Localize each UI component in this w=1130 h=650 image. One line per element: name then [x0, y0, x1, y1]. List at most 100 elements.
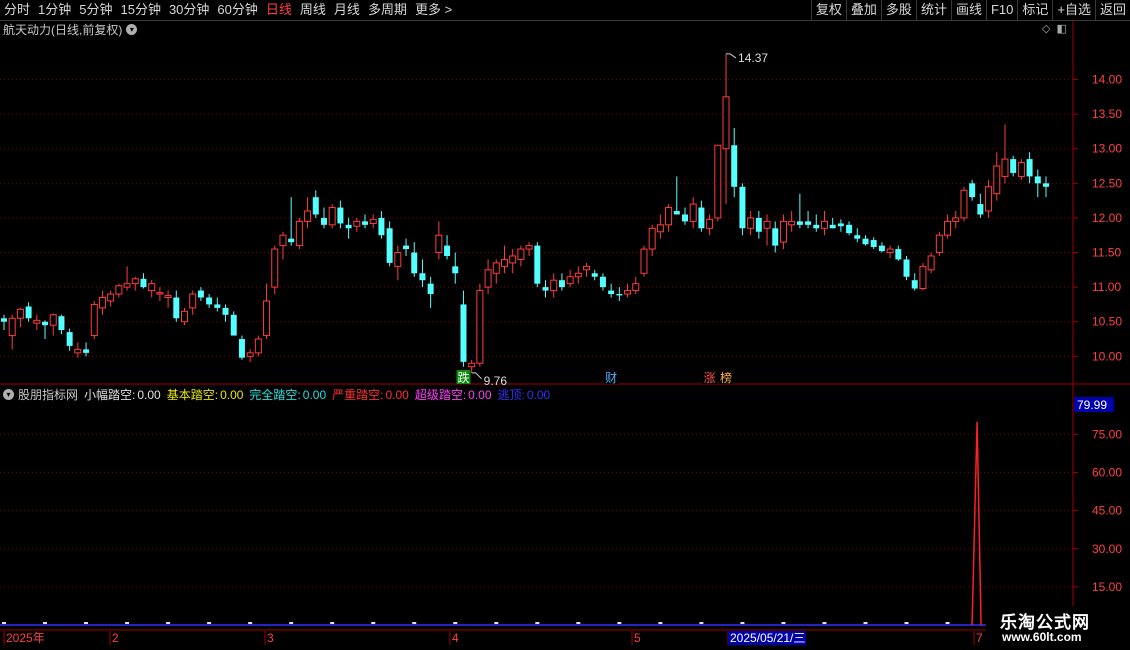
date-crosshair-label: 2025/05/21/三	[730, 631, 805, 645]
candle	[452, 252, 459, 284]
event-marker-fall[interactable]: 跌	[457, 370, 469, 385]
price-grid	[0, 20, 1130, 631]
price-tick-label: 13.50	[1092, 107, 1122, 121]
chart-corner-icons: ◇ ◧	[1042, 22, 1067, 35]
indicator-tick-label: 60.00	[1092, 466, 1122, 480]
statistics-button[interactable]: 统计	[915, 0, 951, 20]
candle	[16, 307, 24, 328]
candle-body	[304, 210, 312, 222]
tab-monthly[interactable]: 月线	[330, 0, 364, 20]
candle	[222, 304, 229, 322]
f10-button[interactable]: F10	[985, 0, 1017, 20]
add-watchlist-button[interactable]: +自选	[1052, 0, 1095, 20]
candle-body	[837, 223, 844, 227]
candle	[345, 217, 352, 239]
candle-body	[181, 310, 189, 323]
indicator-dot	[617, 622, 622, 624]
candle	[591, 269, 598, 281]
candle	[246, 349, 254, 362]
candle-body	[246, 352, 254, 357]
candle-body	[222, 307, 229, 315]
window-toggle-icon[interactable]: ◧	[1056, 22, 1066, 35]
candle-body	[714, 144, 722, 219]
multi-stock-button[interactable]: 多股	[880, 0, 916, 20]
candle-body	[1010, 159, 1017, 173]
tab-5min[interactable]: 5分钟	[75, 0, 116, 20]
candle	[156, 287, 164, 301]
tab-intraday[interactable]: 分时	[0, 0, 34, 20]
candle-body	[731, 145, 738, 187]
tab-more[interactable]: 更多 >	[411, 0, 456, 20]
overlay-button[interactable]: 叠加	[845, 0, 881, 20]
candle	[164, 290, 172, 308]
candle	[444, 235, 451, 260]
candle	[492, 259, 500, 284]
candle	[131, 276, 139, 291]
indicator-dot	[412, 622, 417, 624]
diamond-icon[interactable]: ◇	[1042, 22, 1050, 35]
candle	[542, 280, 549, 298]
candle-body	[1043, 183, 1049, 187]
price-tick-label: 12.50	[1092, 176, 1122, 190]
chevron-down-icon[interactable]: ▾	[126, 24, 138, 35]
candle	[25, 302, 32, 322]
candle	[665, 204, 673, 232]
indicator-name[interactable]: 股朋指标网	[18, 386, 78, 403]
tab-weekly[interactable]: 周线	[296, 0, 330, 20]
event-marker-rank[interactable]: 榜	[720, 370, 732, 385]
candle-body	[993, 165, 1001, 195]
candle	[353, 217, 361, 232]
candle-body	[525, 245, 533, 250]
candle-body	[739, 186, 746, 229]
watermark: 乐淘公式网 www.60lt.com	[986, 606, 1130, 650]
tab-60min[interactable]: 60分钟	[213, 0, 261, 20]
tab-daily[interactable]: 日线	[262, 0, 296, 20]
candle	[886, 245, 894, 259]
candle-body	[550, 279, 558, 292]
candle	[115, 283, 123, 298]
candle	[599, 273, 606, 291]
tab-1min[interactable]: 1分钟	[34, 0, 75, 20]
price-tick-label: 13.00	[1092, 142, 1122, 156]
candle-body	[706, 218, 714, 229]
candle	[648, 224, 656, 256]
indicator-tick-label: 45.00	[1092, 504, 1122, 518]
indicator-dot	[535, 622, 540, 624]
indicator-dot	[904, 622, 909, 624]
candle	[500, 245, 508, 274]
candle	[435, 221, 443, 260]
candle	[403, 238, 410, 256]
candle	[148, 280, 156, 298]
back-button[interactable]: 返回	[1094, 0, 1130, 20]
mark-button[interactable]: 标记	[1017, 0, 1052, 20]
candle	[49, 313, 57, 336]
candlestick-series	[1, 53, 1049, 373]
event-marker-rise[interactable]: 涨	[704, 370, 716, 385]
right-toolbar: 复权 叠加 多股 统计 画线 F10 标记 +自选 返回	[810, 0, 1130, 20]
candle	[977, 193, 984, 218]
candle	[254, 335, 262, 357]
draw-line-button[interactable]: 画线	[950, 0, 986, 20]
kline-chart[interactable]: 14.00 13.50 13.00 12.50 12.00 11.50 11.00 10.50…	[0, 0, 1130, 650]
candle-body	[312, 197, 319, 215]
date-label: 7	[976, 631, 983, 645]
indicator-dot	[2, 622, 6, 624]
indicator-value-1: 0.00	[137, 387, 161, 402]
candle	[813, 214, 820, 232]
candle-body	[829, 224, 836, 229]
stock-title[interactable]: 航天动力(日线,前复权)	[3, 21, 122, 38]
adjust-button[interactable]: 复权	[810, 0, 846, 20]
chevron-down-icon[interactable]: ▾	[3, 389, 14, 400]
tab-15min[interactable]: 15分钟	[116, 0, 164, 20]
candle	[846, 221, 853, 236]
candle	[862, 235, 869, 246]
event-marker-finance[interactable]: 财	[605, 371, 617, 385]
candle	[484, 259, 492, 295]
candle	[1, 314, 7, 331]
indicator-value-4: 0.00	[385, 387, 409, 402]
candle	[238, 335, 245, 360]
high-pointer	[726, 53, 737, 59]
tab-multi-period[interactable]: 多周期	[364, 0, 411, 20]
indicator-dot	[125, 622, 130, 624]
tab-30min[interactable]: 30分钟	[165, 0, 213, 20]
